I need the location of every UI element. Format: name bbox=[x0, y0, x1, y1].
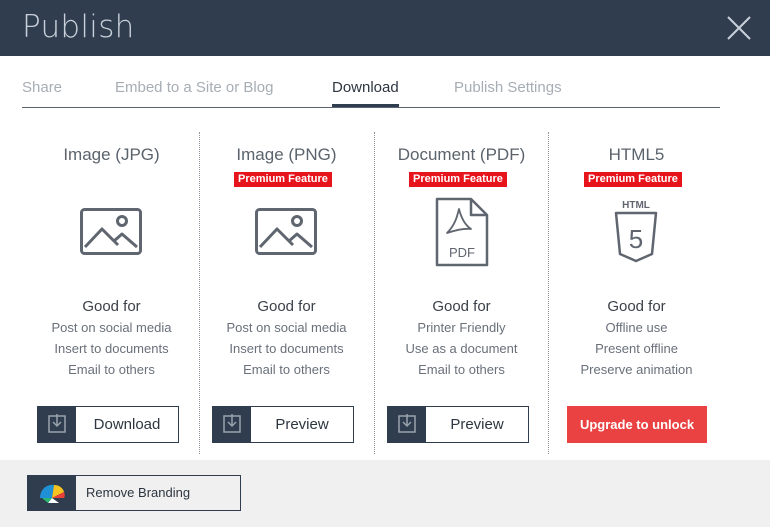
brand-logo-icon bbox=[28, 476, 76, 510]
button-label: Upgrade to unlock bbox=[579, 417, 695, 432]
remove-branding-label: Remove Branding bbox=[86, 485, 191, 500]
tab-embed[interactable]: Embed to a Site or Blog bbox=[115, 79, 273, 96]
good-for-heading: Good for bbox=[82, 298, 141, 315]
feature-line: Printer Friendly bbox=[417, 320, 506, 335]
tab-share[interactable]: Share bbox=[22, 79, 62, 96]
option-title: Image (JPG) bbox=[63, 145, 160, 164]
option-png: Image (PNG) Premium Feature Good for Pos… bbox=[199, 132, 374, 454]
close-icon[interactable] bbox=[726, 15, 752, 41]
option-title: Document (PDF) bbox=[397, 145, 526, 164]
button-label: Preview bbox=[450, 416, 504, 433]
tab-download[interactable]: Download bbox=[332, 79, 399, 107]
html5-icon: HTML 5 bbox=[614, 200, 658, 263]
download-icon bbox=[213, 407, 251, 442]
good-for-heading: Good for bbox=[607, 298, 666, 315]
dialog-title: Publish bbox=[22, 9, 135, 45]
download-icon bbox=[388, 407, 426, 442]
image-icon bbox=[80, 208, 142, 255]
feature-line: Present offline bbox=[595, 341, 678, 356]
good-for-heading: Good for bbox=[432, 298, 491, 315]
premium-badge: Premium Feature bbox=[409, 172, 507, 187]
download-button[interactable]: Download bbox=[37, 406, 179, 443]
option-jpg: Image (JPG) Good for Post on social medi… bbox=[24, 132, 199, 454]
html5-icon-label: HTML bbox=[622, 200, 650, 211]
upgrade-button[interactable]: Upgrade to unlock bbox=[567, 406, 707, 443]
feature-line: Insert to documents bbox=[54, 341, 169, 356]
feature-line: Use as a document bbox=[405, 341, 518, 356]
feature-line: Email to others bbox=[68, 362, 155, 377]
dialog-header: Publish bbox=[0, 0, 770, 56]
good-for-heading: Good for bbox=[257, 298, 316, 315]
feature-line: Insert to documents bbox=[229, 341, 344, 356]
feature-line: Email to others bbox=[243, 362, 330, 377]
premium-badge: Premium Feature bbox=[584, 172, 682, 187]
html5-icon-number: 5 bbox=[629, 224, 643, 254]
preview-button[interactable]: Preview bbox=[212, 406, 354, 443]
option-html5: HTML5 Premium Feature HTML 5 Good for Of… bbox=[549, 132, 724, 454]
remove-branding-button[interactable]: Remove Branding bbox=[27, 475, 241, 511]
premium-badge: Premium Feature bbox=[234, 172, 332, 187]
pdf-icon: PDF bbox=[435, 197, 489, 267]
option-title: HTML5 bbox=[608, 145, 665, 164]
publish-dialog: Publish Share Embed to a Site or Blog Do… bbox=[0, 0, 770, 527]
option-title: Image (PNG) bbox=[236, 145, 337, 164]
feature-line: Email to others bbox=[418, 362, 505, 377]
feature-line: Post on social media bbox=[51, 320, 172, 335]
preview-button[interactable]: Preview bbox=[387, 406, 529, 443]
feature-line: Preserve animation bbox=[580, 362, 693, 377]
tab-publish-settings[interactable]: Publish Settings bbox=[454, 79, 562, 96]
pdf-icon-label: PDF bbox=[449, 245, 475, 260]
dialog-footer: Remove Branding bbox=[0, 460, 770, 527]
option-pdf: Document (PDF) Premium Feature PDF Good … bbox=[374, 132, 549, 454]
button-label: Preview bbox=[275, 416, 329, 433]
feature-line: Post on social media bbox=[226, 320, 347, 335]
image-icon bbox=[255, 208, 317, 255]
feature-line: Offline use bbox=[605, 320, 668, 335]
button-label: Download bbox=[93, 416, 161, 433]
download-icon bbox=[38, 407, 76, 442]
tab-bar: Share Embed to a Site or Blog Download P… bbox=[22, 74, 720, 108]
